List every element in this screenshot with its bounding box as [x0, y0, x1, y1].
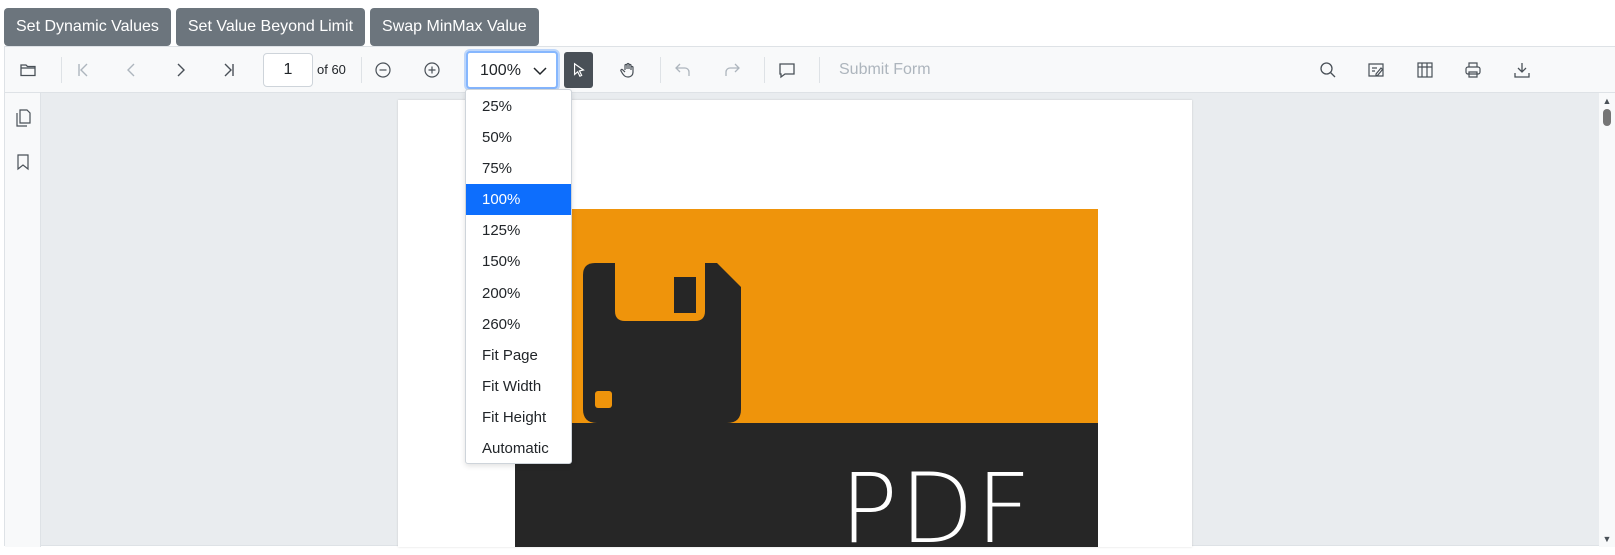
cover-dark-band: PDF [515, 423, 1098, 547]
vertical-scrollbar[interactable]: ▲ ▼ [1599, 93, 1615, 547]
zoom-option[interactable]: 260% [466, 309, 571, 340]
download-icon[interactable] [1507, 55, 1537, 85]
set-dynamic-values-button[interactable]: Set Dynamic Values [4, 8, 171, 46]
toolbar-separator [819, 57, 820, 83]
zoom-option[interactable]: 25% [466, 91, 571, 122]
set-value-beyond-limit-button[interactable]: Set Value Beyond Limit [175, 8, 366, 46]
zoom-option[interactable]: 125% [466, 215, 571, 246]
search-icon[interactable] [1313, 55, 1343, 85]
top-button-row: Set Dynamic Values Set Value Beyond Limi… [4, 8, 539, 46]
floppy-disk-icon [583, 263, 741, 423]
zoom-dropdown-list: 25% 50% 75% 100% 125% 150% 200% 260% Fit… [465, 89, 572, 464]
previous-page-icon[interactable] [117, 55, 147, 85]
zoom-option[interactable]: Fit Page [466, 340, 571, 371]
zoom-option-selected[interactable]: 100% [466, 184, 571, 216]
page-total-label: of 60 [317, 62, 346, 77]
first-page-icon[interactable] [68, 55, 98, 85]
scroll-down-arrow-icon[interactable]: ▼ [1602, 534, 1612, 544]
zoom-value: 100% [480, 62, 521, 79]
print-icon[interactable] [1458, 55, 1488, 85]
zoom-option[interactable]: Fit Height [466, 402, 571, 433]
pdf-viewer: of 60 100% Submit Form [4, 46, 1615, 547]
viewer-toolbar: of 60 100% Submit Form [5, 47, 1615, 93]
zoom-option[interactable]: Fit Width [466, 371, 571, 402]
text-select-icon[interactable] [564, 52, 593, 88]
scroll-thumb[interactable] [1603, 109, 1611, 126]
annotation-icon[interactable] [1361, 55, 1391, 85]
zoom-in-icon[interactable] [417, 55, 447, 85]
zoom-option[interactable]: Automatic [466, 433, 571, 464]
undo-icon[interactable] [668, 55, 698, 85]
chevron-down-icon [533, 67, 547, 76]
pan-hand-icon[interactable] [613, 55, 643, 85]
form-designer-icon[interactable] [1410, 55, 1440, 85]
comment-icon[interactable] [772, 55, 802, 85]
page-thumbnails-icon[interactable] [12, 107, 34, 129]
redo-icon[interactable] [717, 55, 747, 85]
submit-form-button[interactable]: Submit Form [839, 61, 931, 79]
toolbar-separator [660, 57, 661, 83]
zoom-out-icon[interactable] [368, 55, 398, 85]
viewer-sidebar [5, 93, 41, 547]
scroll-up-arrow-icon[interactable]: ▲ [1602, 96, 1612, 106]
last-page-icon[interactable] [214, 55, 244, 85]
zoom-option[interactable]: 200% [466, 278, 571, 309]
bookmark-icon[interactable] [12, 151, 34, 173]
toolbar-separator [764, 57, 765, 83]
cover-title: PDF [840, 453, 1034, 547]
next-page-icon[interactable] [165, 55, 195, 85]
current-page-input[interactable] [263, 53, 313, 87]
swap-minmax-value-button[interactable]: Swap MinMax Value [370, 8, 539, 46]
toolbar-separator [61, 57, 62, 83]
toolbar-separator [361, 57, 362, 83]
open-folder-icon[interactable] [13, 55, 43, 85]
zoom-option[interactable]: 75% [466, 153, 571, 184]
zoom-option[interactable]: 150% [466, 246, 571, 277]
zoom-option[interactable]: 50% [466, 122, 571, 153]
zoom-select[interactable]: 100% [466, 51, 558, 89]
